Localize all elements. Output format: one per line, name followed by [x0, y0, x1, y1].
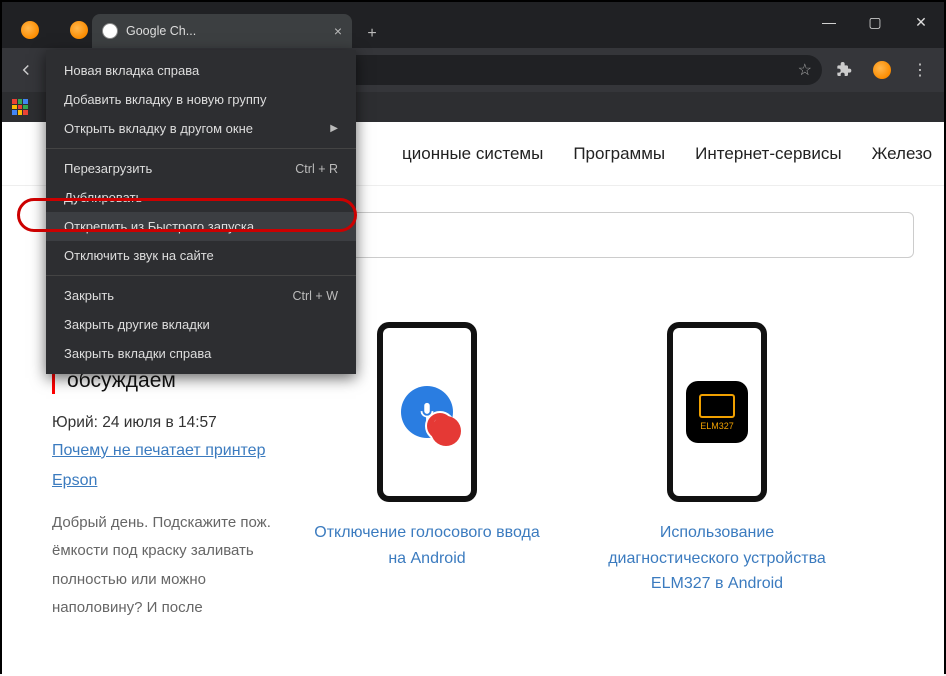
window-controls: ― ▢ ✕ — [806, 2, 944, 42]
nav-item-programs[interactable]: Программы — [573, 144, 665, 164]
elm327-icon: ELM327 — [686, 381, 748, 443]
phone-illustration: ✕ — [377, 322, 477, 502]
nav-item-os[interactable]: ционные системы — [402, 144, 543, 164]
menu-open-other-window[interactable]: Открыть вкладку в другом окне▶ — [46, 114, 356, 143]
microphone-icon: ✕ — [401, 386, 453, 438]
comment-link[interactable]: Почему не печатает принтер Epson — [52, 436, 272, 497]
profile-orange-icon — [873, 61, 891, 79]
menu-mute-site[interactable]: Отключить звук на сайте — [46, 241, 356, 270]
minimize-button[interactable]: ― — [806, 2, 852, 42]
pinned-tab-favicons — [21, 21, 88, 39]
browser-menu-button[interactable]: ⋮ — [904, 54, 936, 86]
menu-separator — [46, 148, 356, 149]
articles-grid: ✕ Отключение голосового ввода на Android… — [312, 312, 914, 623]
cancel-x-icon: ✕ — [425, 411, 455, 441]
menu-new-tab-right[interactable]: Новая вкладка справа — [46, 56, 356, 85]
favicon-orange-icon — [21, 21, 39, 39]
menu-close-others[interactable]: Закрыть другие вкладки — [46, 310, 356, 339]
menu-add-to-group[interactable]: Добавить вкладку в новую группу — [46, 85, 356, 114]
nav-item-hardware[interactable]: Железо — [872, 144, 932, 164]
article-card[interactable]: ELM327 Использование диагностического ус… — [602, 322, 832, 623]
favicon-orange-icon — [70, 21, 88, 39]
maximize-button[interactable]: ▢ — [852, 2, 898, 42]
article-link[interactable]: Отключение голосового ввода на Android — [312, 520, 542, 571]
menu-separator — [46, 275, 356, 276]
close-window-button[interactable]: ✕ — [898, 2, 944, 42]
apps-grid-icon[interactable] — [12, 99, 28, 115]
tab-active[interactable]: Google Ch... × — [92, 14, 352, 48]
menu-close-right[interactable]: Закрыть вкладки справа — [46, 339, 356, 368]
profile-button[interactable] — [866, 54, 898, 86]
submenu-arrow-icon: ▶ — [330, 123, 338, 134]
phone-illustration: ELM327 — [667, 322, 767, 502]
back-button[interactable] — [10, 54, 42, 86]
comment-body: Добрый день. Подскажите пож. ёмкости под… — [52, 509, 272, 623]
comment-meta: Юрий: 24 июля в 14:57 — [52, 414, 272, 432]
tab-title: Google Ch... — [126, 24, 196, 38]
bookmark-star-icon[interactable]: ☆ — [798, 60, 812, 80]
tab-context-menu: Новая вкладка справа Добавить вкладку в … — [46, 50, 356, 374]
menu-reload[interactable]: ПерезагрузитьCtrl + R — [46, 154, 356, 183]
favicon-chrome-icon — [102, 23, 118, 39]
titlebar: Google Ch... × + ― ▢ ✕ — [2, 2, 944, 48]
tab-close-icon[interactable]: × — [334, 23, 342, 39]
menu-unpin-quick-launch[interactable]: Открепить из Быстрого запуска — [46, 212, 356, 241]
nav-item-internet[interactable]: Интернет-сервисы — [695, 144, 842, 164]
menu-close[interactable]: ЗакрытьCtrl + W — [46, 281, 356, 310]
new-tab-button[interactable]: + — [358, 20, 386, 48]
menu-duplicate[interactable]: Дублировать — [46, 183, 356, 212]
extensions-button[interactable] — [828, 54, 860, 86]
article-link[interactable]: Использование диагностического устройств… — [602, 520, 832, 597]
